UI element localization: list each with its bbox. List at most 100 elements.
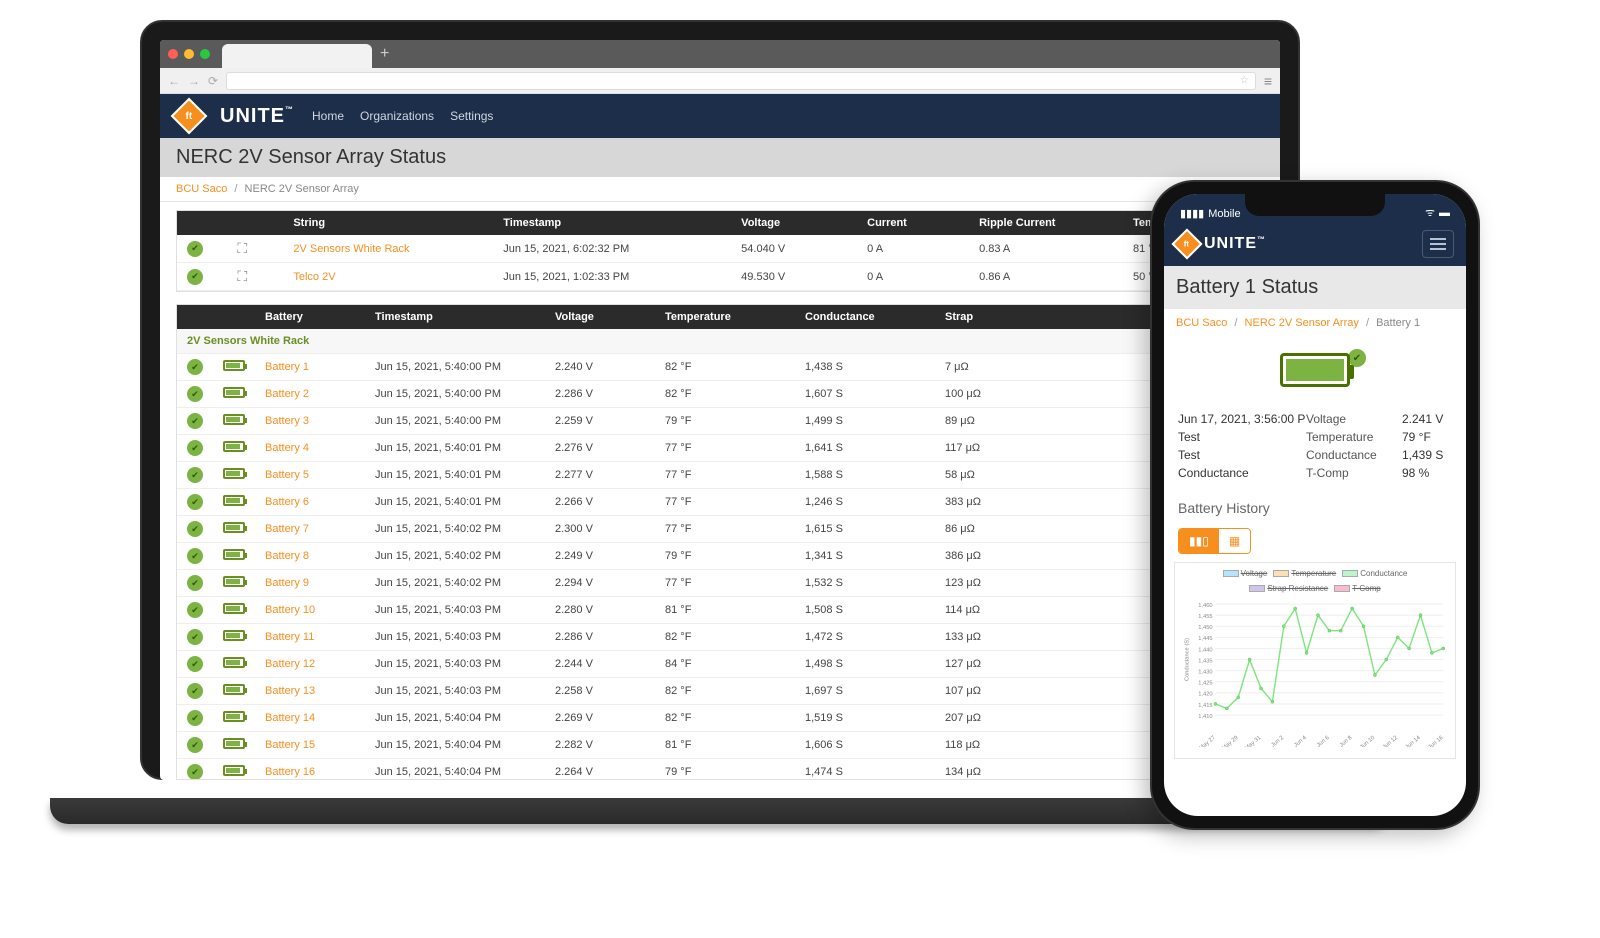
battery-link[interactable]: Battery 10	[265, 604, 315, 616]
table-row[interactable]: ✔ Battery 16 Jun 15, 2021, 5:40:04 PM 2.…	[177, 759, 1263, 781]
battery-status-icon: ▬	[1439, 207, 1450, 219]
table-row[interactable]: ✔ Battery 9 Jun 15, 2021, 5:40:02 PM 2.2…	[177, 570, 1263, 597]
nav-settings[interactable]: Settings	[450, 109, 493, 123]
new-tab-icon[interactable]: +	[380, 45, 389, 63]
battery-link[interactable]: Battery 13	[265, 685, 315, 697]
string-link[interactable]: Telco 2V	[293, 271, 335, 283]
table-row[interactable]: ✔ Battery 14 Jun 15, 2021, 5:40:04 PM 2.…	[177, 705, 1263, 732]
battery-link[interactable]: Battery 11	[265, 631, 314, 643]
breadcrumb-root[interactable]: BCU Saco	[1176, 317, 1227, 329]
th-btemp[interactable]: Temperature	[655, 305, 795, 329]
table-row[interactable]: ✔ Battery 5 Jun 15, 2021, 5:40:01 PM 2.2…	[177, 462, 1263, 489]
table-row[interactable]: ✔ Battery 15 Jun 15, 2021, 5:40:04 PM 2.…	[177, 732, 1263, 759]
cell-timestamp: Jun 15, 2021, 1:02:33 PM	[493, 263, 731, 291]
table-row[interactable]: ✔ Battery 1 Jun 15, 2021, 5:40:00 PM 2.2…	[177, 354, 1263, 381]
table-row[interactable]: ✔ Battery 2 Jun 15, 2021, 5:40:00 PM 2.2…	[177, 381, 1263, 408]
breadcrumb-mid[interactable]: NERC 2V Sensor Array	[1245, 317, 1359, 329]
table-row[interactable]: ✔ Battery 8 Jun 15, 2021, 5:40:02 PM 2.2…	[177, 543, 1263, 570]
reload-icon[interactable]: ⟳	[208, 74, 218, 88]
battery-link[interactable]: Battery 1	[265, 361, 309, 373]
svg-text:1,430: 1,430	[1198, 670, 1212, 676]
th-current[interactable]: Current	[857, 211, 969, 235]
th-bvoltage[interactable]: Voltage	[545, 305, 655, 329]
battery-link[interactable]: Battery 7	[265, 523, 309, 535]
battery-icon	[223, 387, 245, 398]
stat-row: Conductance1,439 S	[1306, 448, 1452, 462]
battery-icon	[223, 495, 245, 506]
th-ripple[interactable]: Ripple Current	[969, 211, 1123, 235]
th-timestamp[interactable]: Timestamp	[493, 211, 731, 235]
browser-tab[interactable]	[222, 44, 372, 68]
svg-text:May 31: May 31	[1244, 735, 1262, 747]
cell-conductance: 1,532 S	[795, 570, 935, 597]
battery-link[interactable]: Battery 5	[265, 469, 309, 481]
battery-link[interactable]: Battery 6	[265, 496, 309, 508]
cell-conductance: 1,474 S	[795, 759, 935, 781]
th-bcond[interactable]: Conductance	[795, 305, 935, 329]
legend-tcomp[interactable]: T-Comp	[1334, 584, 1380, 593]
table-row[interactable]: ✔ Battery 10 Jun 15, 2021, 5:40:03 PM 2.…	[177, 597, 1263, 624]
battery-link[interactable]: Battery 14	[265, 712, 315, 724]
table-row[interactable]: ✔ ⛶ Telco 2V Jun 15, 2021, 1:02:33 PM 49…	[177, 263, 1263, 291]
table-row[interactable]: ✔ Battery 12 Jun 15, 2021, 5:40:03 PM 2.…	[177, 651, 1263, 678]
table-row[interactable]: ✔ Battery 6 Jun 15, 2021, 5:40:01 PM 2.2…	[177, 489, 1263, 516]
battery-link[interactable]: Battery 16	[265, 766, 315, 778]
legend-voltage[interactable]: Voltage	[1223, 569, 1268, 578]
svg-text:Jun 10: Jun 10	[1359, 735, 1376, 747]
table-row[interactable]: ✔ Battery 3 Jun 15, 2021, 5:40:00 PM 2.2…	[177, 408, 1263, 435]
browser-menu-icon[interactable]: ≡	[1264, 73, 1272, 89]
cell-temp: 79 °F	[655, 408, 795, 435]
svg-text:1,415: 1,415	[1198, 703, 1212, 709]
table-row[interactable]: ✔ ⛶ 2V Sensors White Rack Jun 15, 2021, …	[177, 235, 1263, 263]
minimize-window-icon[interactable]	[184, 49, 194, 59]
breadcrumb-root[interactable]: BCU Saco	[176, 183, 227, 195]
logo-icon: ft	[1171, 228, 1202, 259]
string-link[interactable]: 2V Sensors White Rack	[293, 243, 409, 255]
th-battery[interactable]: Battery	[255, 305, 365, 329]
back-icon[interactable]: ←	[168, 74, 180, 88]
chart-legend: Voltage Temperature Conductance Strap Re…	[1181, 569, 1449, 593]
cell-conductance: 1,588 S	[795, 462, 935, 489]
cell-temp: 79 °F	[655, 759, 795, 781]
carrier-label: Mobile	[1208, 208, 1240, 220]
menu-button[interactable]	[1422, 230, 1454, 258]
close-window-icon[interactable]	[168, 49, 178, 59]
cell-temp: 82 °F	[655, 705, 795, 732]
svg-text:1,425: 1,425	[1198, 681, 1212, 687]
table-view-button[interactable]: ▦	[1219, 529, 1250, 553]
nav-home[interactable]: Home	[312, 109, 344, 123]
legend-conductance[interactable]: Conductance	[1342, 569, 1407, 578]
cell-current: 0 A	[857, 235, 969, 263]
battery-link[interactable]: Battery 8	[265, 550, 309, 562]
status-ok-icon: ✔	[187, 467, 203, 483]
chart-view-button[interactable]: ▮▮▯	[1179, 529, 1219, 553]
battery-icon	[223, 711, 245, 722]
battery-link[interactable]: Battery 12	[265, 658, 315, 670]
status-ok-icon: ✔	[187, 521, 203, 537]
nav-organizations[interactable]: Organizations	[360, 109, 434, 123]
stat-row: Temperature79 °F	[1306, 430, 1452, 444]
th-string[interactable]: String	[283, 211, 493, 235]
maximize-window-icon[interactable]	[200, 49, 210, 59]
table-row[interactable]: ✔ Battery 7 Jun 15, 2021, 5:40:02 PM 2.3…	[177, 516, 1263, 543]
battery-link[interactable]: Battery 9	[265, 577, 309, 589]
cell-conductance: 1,499 S	[795, 408, 935, 435]
battery-icon	[223, 549, 245, 560]
battery-link[interactable]: Battery 4	[265, 442, 309, 454]
table-row[interactable]: ✔ Battery 11 Jun 15, 2021, 5:40:03 PM 2.…	[177, 624, 1263, 651]
status-ok-icon: ✔	[187, 440, 203, 456]
legend-temperature[interactable]: Temperature	[1273, 569, 1336, 578]
battery-link[interactable]: Battery 2	[265, 388, 309, 400]
page-title: NERC 2V Sensor Array Status	[160, 138, 1280, 177]
battery-link[interactable]: Battery 15	[265, 739, 315, 751]
battery-icon	[223, 441, 245, 452]
legend-strap[interactable]: Strap Resistance	[1249, 584, 1328, 593]
table-row[interactable]: ✔ Battery 4 Jun 15, 2021, 5:40:01 PM 2.2…	[177, 435, 1263, 462]
address-bar[interactable]: ☆	[226, 72, 1256, 90]
svg-text:May 27: May 27	[1198, 735, 1216, 747]
table-row[interactable]: ✔ Battery 13 Jun 15, 2021, 5:40:03 PM 2.…	[177, 678, 1263, 705]
battery-link[interactable]: Battery 3	[265, 415, 309, 427]
th-btimestamp[interactable]: Timestamp	[365, 305, 545, 329]
forward-icon[interactable]: →	[188, 74, 200, 88]
th-voltage[interactable]: Voltage	[731, 211, 857, 235]
